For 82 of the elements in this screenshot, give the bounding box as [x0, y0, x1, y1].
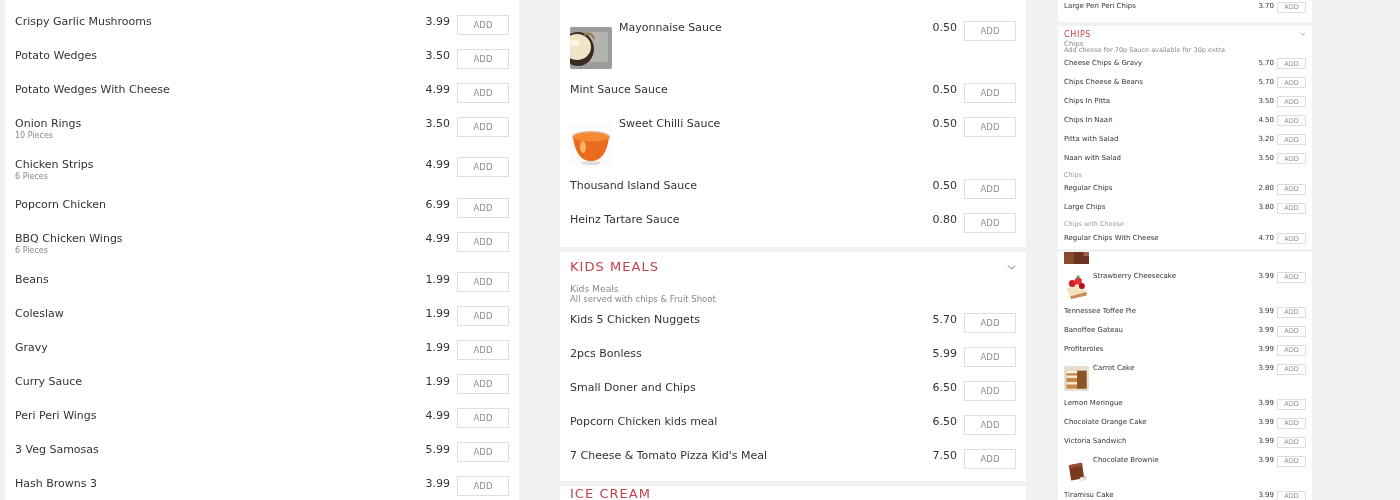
item-price: 0.50: [932, 21, 957, 35]
item-price: 6.99: [425, 198, 450, 212]
item-description: 6 Pieces: [15, 246, 49, 257]
item-name: 7 Cheese & Tomato Pizza Kid's Meal: [570, 449, 768, 463]
item-price: 3.50: [425, 117, 450, 131]
item-name: Crispy Garlic Mushrooms: [15, 15, 152, 29]
item-price: 3.50: [425, 49, 450, 63]
add-button[interactable]: ADD: [457, 340, 509, 361]
item-name: Thousand Island Sauce: [570, 179, 698, 193]
item-price: 3.99: [425, 15, 450, 29]
item-price: 1.99: [425, 340, 450, 355]
item-name: Peri Peri Wings: [15, 408, 97, 423]
item-price: 3.99: [425, 476, 450, 491]
item-name: Onion Rings: [15, 117, 82, 131]
add-button[interactable]: ADD: [457, 14, 509, 35]
item-name: Chicken Strips: [15, 157, 94, 172]
item-price: 1.99: [425, 272, 450, 287]
section-description: All served with chips & Fruit Shoot: [570, 293, 717, 305]
item-name: Small Doner and Chips: [570, 381, 696, 395]
item-description: 10 Pieces: [15, 131, 54, 142]
item-price: 4.99: [425, 83, 450, 97]
item-name: Sweet Chilli Sauce: [619, 117, 721, 131]
item-price: 0.50: [932, 179, 957, 193]
add-button[interactable]: ADD: [964, 312, 1016, 333]
add-button[interactable]: ADD: [457, 408, 509, 429]
add-button[interactable]: ADD: [457, 231, 509, 252]
add-button[interactable]: ADD: [964, 448, 1016, 469]
add-button[interactable]: ADD: [964, 212, 1016, 233]
item-name: Coleslaw: [15, 306, 64, 321]
add-button[interactable]: ADD: [964, 178, 1016, 199]
item-name: Heinz Tartare Sauce: [570, 213, 680, 227]
add-button[interactable]: ADD: [457, 197, 509, 218]
add-button[interactable]: ADD: [964, 380, 1016, 401]
item-price: 0.50: [932, 83, 957, 97]
section-title: KIDS MEALS: [570, 258, 659, 276]
item-name: Beans: [15, 272, 49, 287]
item-price: 4.99: [425, 157, 450, 172]
add-button[interactable]: ADD: [457, 157, 509, 178]
item-price: 4.99: [425, 232, 450, 246]
item-name: 2pcs Bonless: [570, 347, 642, 361]
item-name: Mint Sauce Sauce: [570, 83, 668, 97]
item-price: 5.99: [932, 347, 957, 361]
section-title: CHIPS: [1064, 29, 1092, 39]
item-description: 6 Pieces: [15, 171, 49, 182]
item-name: Kids 5 Chicken Nuggets: [570, 313, 700, 327]
add-button[interactable]: ADD: [964, 82, 1016, 103]
item-price: 6.50: [932, 415, 957, 429]
item-price: 1.99: [425, 306, 450, 321]
item-price: 0.80: [932, 213, 957, 227]
add-button[interactable]: ADD: [457, 442, 509, 463]
item-name: Popcorn Chicken: [15, 198, 106, 212]
add-button[interactable]: ADD: [457, 272, 509, 293]
item-name: Potato Wedges With Cheese: [15, 83, 170, 97]
item-price: 0.50: [932, 117, 957, 131]
add-button[interactable]: ADD: [964, 414, 1016, 435]
item-name: Hash Browns 3: [15, 476, 97, 491]
section-description: Kids Meals: [570, 282, 620, 294]
add-button[interactable]: ADD: [964, 20, 1016, 41]
add-button[interactable]: ADD: [457, 374, 509, 395]
item-price: 4.99: [425, 408, 450, 423]
item-name: Potato Wedges: [15, 49, 98, 63]
item-price: 5.70: [932, 313, 957, 327]
item-price: 5.99: [425, 442, 450, 457]
add-button[interactable]: ADD: [457, 48, 509, 69]
item-name: Mayonnaise Sauce: [619, 21, 722, 35]
item-price: 6.50: [932, 381, 957, 395]
item-name: Popcorn Chicken kids meal: [570, 415, 718, 429]
item-name: Gravy: [15, 340, 48, 355]
item-name: 3 Veg Samosas: [15, 442, 99, 457]
add-button[interactable]: ADD: [964, 116, 1016, 137]
item-price: 7.50: [932, 449, 957, 463]
item-name: Curry Sauce: [15, 374, 83, 389]
add-button[interactable]: ADD: [457, 82, 509, 103]
add-button[interactable]: ADD: [457, 476, 509, 497]
chevron-down-icon[interactable]: [1300, 32, 1306, 36]
section-title: ICE CREAM: [570, 488, 652, 499]
add-button[interactable]: ADD: [457, 306, 509, 327]
item-name: BBQ Chicken Wings: [15, 232, 123, 246]
item-price: 1.99: [425, 374, 450, 389]
add-button[interactable]: ADD: [457, 116, 509, 137]
chevron-down-icon[interactable]: [1006, 263, 1016, 271]
add-button[interactable]: ADD: [964, 346, 1016, 367]
